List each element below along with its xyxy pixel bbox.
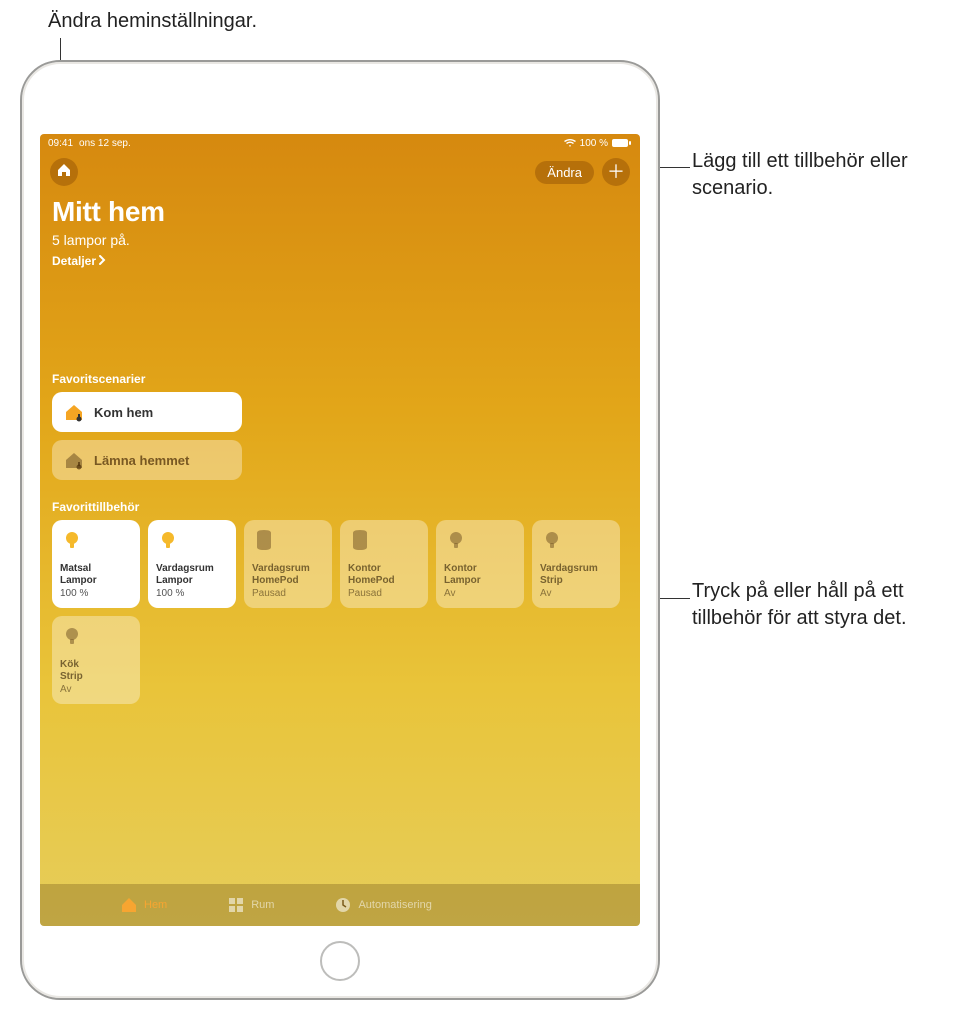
accessories-section-label: Favorittillbehör xyxy=(52,500,628,514)
accessory-room: Kontor xyxy=(444,563,516,576)
details-label: Detaljer xyxy=(52,254,96,268)
status-right: 100 % xyxy=(564,138,632,149)
accessory-tile[interactable]: VardagsrumLampor100 % xyxy=(148,520,236,608)
accessory-text: VardagsrumLampor100 % xyxy=(156,563,228,601)
scene-tile[interactable]: Lämna hemmet xyxy=(52,440,242,480)
edit-button[interactable]: Ändra xyxy=(535,161,594,184)
status-battery-text: 100 % xyxy=(580,138,608,149)
status-date: ons 12 sep. xyxy=(79,138,131,149)
accessory-status: Pausad xyxy=(252,588,324,601)
bulb-icon xyxy=(60,528,84,552)
details-link[interactable]: Detaljer xyxy=(52,254,106,268)
accessory-tile[interactable]: KökStripAv xyxy=(52,616,140,704)
accessory-text: KontorLamporAv xyxy=(444,563,516,601)
accessory-status: Av xyxy=(444,588,516,601)
accessory-name: Lampor xyxy=(60,575,132,588)
tab-label: Automatisering xyxy=(358,899,431,911)
accessory-name: Lampor xyxy=(156,575,228,588)
accessory-name: HomePod xyxy=(348,575,420,588)
status-bar: 09:41 ons 12 sep. 100 % xyxy=(40,134,640,152)
accessory-room: Vardagsrum xyxy=(252,563,324,576)
accessory-grid: MatsalLampor100 %VardagsrumLampor100 %Va… xyxy=(52,520,628,704)
wifi-icon xyxy=(564,138,576,148)
accessory-status: Av xyxy=(540,588,612,601)
automation-icon xyxy=(334,896,352,914)
top-right-controls: Ändra ＋ xyxy=(535,158,630,186)
top-controls: Ändra ＋ xyxy=(40,152,640,190)
leave-home-icon xyxy=(64,450,84,470)
accessory-name: Lampor xyxy=(444,575,516,588)
scene-label: Lämna hemmet xyxy=(94,453,189,468)
scenes-section-label: Favoritscenarier xyxy=(52,372,628,386)
tab-bar: Hem Rum Automatisering xyxy=(40,884,640,926)
accessory-tile[interactable]: VardagsrumHomePodPausad xyxy=(244,520,332,608)
tab-rooms[interactable]: Rum xyxy=(227,896,274,914)
accessory-name: HomePod xyxy=(252,575,324,588)
accessory-status: 100 % xyxy=(60,588,132,601)
scene-label: Kom hem xyxy=(94,405,153,420)
plus-icon: ＋ xyxy=(607,163,625,181)
home-subtitle: 5 lampor på. xyxy=(52,232,628,248)
accessory-tile[interactable]: KontorLamporAv xyxy=(436,520,524,608)
home-icon xyxy=(120,896,138,914)
homepod-icon xyxy=(252,528,276,552)
ipad-home-button[interactable] xyxy=(320,941,360,981)
bulb-icon xyxy=(156,528,180,552)
scenes-list: Kom hem Lämna hemmet xyxy=(52,392,242,480)
home-icon xyxy=(56,162,72,183)
callout-accessory: Tryck på eller håll på ett tillbehör för… xyxy=(692,578,952,632)
tab-home[interactable]: Hem xyxy=(120,896,167,914)
status-left: 09:41 ons 12 sep. xyxy=(48,138,131,149)
callout-add: Lägg till ett tillbehör eller scenario. xyxy=(692,148,962,202)
arrive-home-icon xyxy=(64,402,84,422)
accessory-status: Av xyxy=(60,684,132,697)
screen: 09:41 ons 12 sep. 100 % Ändra xyxy=(40,134,640,926)
bulb-icon xyxy=(444,528,468,552)
accessory-room: Kök xyxy=(60,659,132,672)
accessory-room: Vardagsrum xyxy=(156,563,228,576)
accessory-room: Vardagsrum xyxy=(540,563,612,576)
home-title: Mitt hem xyxy=(52,196,628,228)
accessory-text: VardagsrumStripAv xyxy=(540,563,612,601)
chevron-right-icon xyxy=(99,254,106,268)
add-button[interactable]: ＋ xyxy=(602,158,630,186)
callout-settings: Ändra heminställningar. xyxy=(48,8,257,35)
bulb-icon xyxy=(540,528,564,552)
accessory-room: Kontor xyxy=(348,563,420,576)
tab-automation[interactable]: Automatisering xyxy=(334,896,431,914)
status-time: 09:41 xyxy=(48,138,73,149)
accessory-tile[interactable]: KontorHomePodPausad xyxy=(340,520,428,608)
accessory-text: VardagsrumHomePodPausad xyxy=(252,563,324,601)
homepod-icon xyxy=(348,528,372,552)
content: Favoritscenarier Kom hem Lämna hemmet Fav… xyxy=(40,272,640,884)
accessory-status: Pausad xyxy=(348,588,420,601)
accessory-tile[interactable]: MatsalLampor100 % xyxy=(52,520,140,608)
title-block: Mitt hem 5 lampor på. Detaljer xyxy=(40,190,640,272)
rooms-icon xyxy=(227,896,245,914)
accessory-text: MatsalLampor100 % xyxy=(60,563,132,601)
accessory-name: Strip xyxy=(540,575,612,588)
accessory-text: KontorHomePodPausad xyxy=(348,563,420,601)
battery-icon xyxy=(612,138,632,148)
accessory-text: KökStripAv xyxy=(60,659,132,697)
accessory-tile[interactable]: VardagsrumStripAv xyxy=(532,520,620,608)
tab-label: Hem xyxy=(144,899,167,911)
ipad-device-frame: 09:41 ons 12 sep. 100 % Ändra xyxy=(20,60,660,1000)
scene-tile[interactable]: Kom hem xyxy=(52,392,242,432)
accessory-name: Strip xyxy=(60,671,132,684)
home-settings-button[interactable] xyxy=(50,158,78,186)
accessory-status: 100 % xyxy=(156,588,228,601)
accessory-room: Matsal xyxy=(60,563,132,576)
tab-label: Rum xyxy=(251,899,274,911)
bulb-icon xyxy=(60,624,84,648)
